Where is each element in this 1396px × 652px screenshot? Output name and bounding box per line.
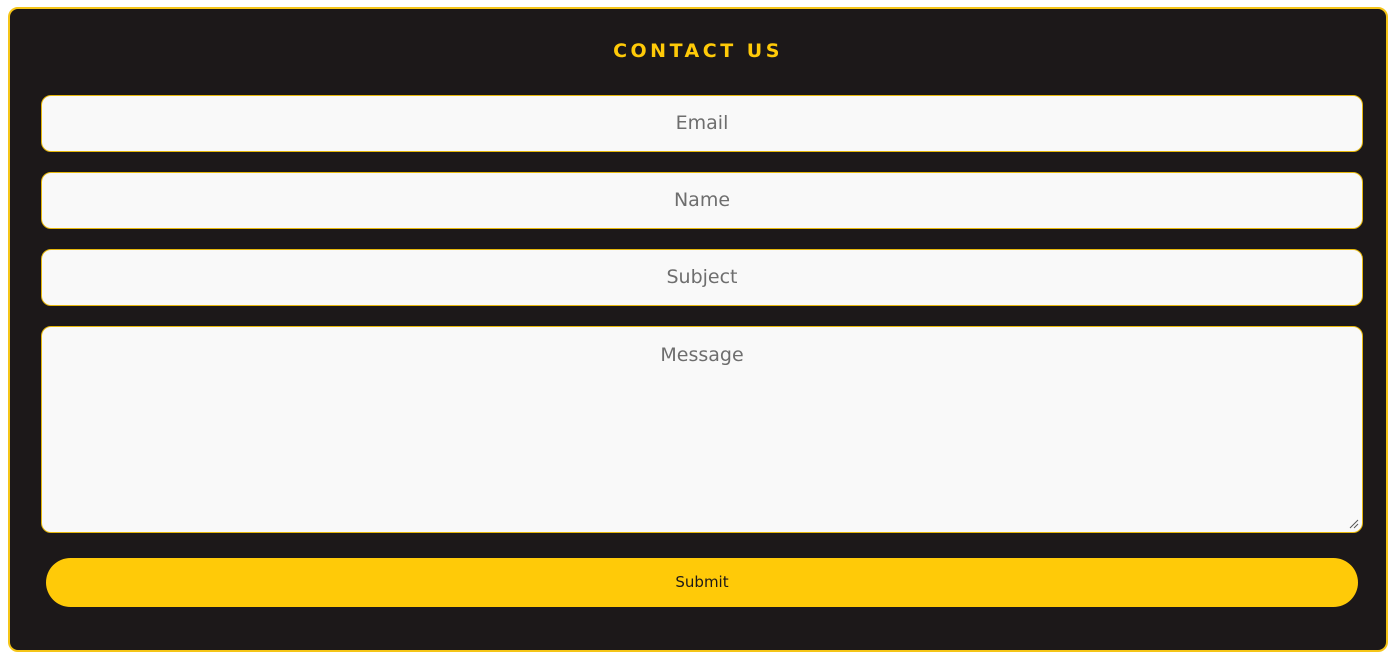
email-input[interactable]: Email <box>41 95 1363 152</box>
submit-label: Submit <box>675 573 729 591</box>
contact-form-card: CONTACT US Email Name Subject Message Su… <box>8 7 1388 652</box>
resize-handle-icon[interactable] <box>1349 519 1359 529</box>
message-textarea[interactable]: Message <box>41 326 1363 533</box>
message-placeholder: Message <box>660 344 744 366</box>
subject-input[interactable]: Subject <box>41 249 1363 306</box>
subject-placeholder: Subject <box>666 266 738 288</box>
email-placeholder: Email <box>675 112 729 134</box>
name-placeholder: Name <box>673 189 731 211</box>
submit-button[interactable]: Submit <box>46 558 1358 607</box>
name-input[interactable]: Name <box>41 172 1363 229</box>
form-title: CONTACT US <box>613 40 783 62</box>
